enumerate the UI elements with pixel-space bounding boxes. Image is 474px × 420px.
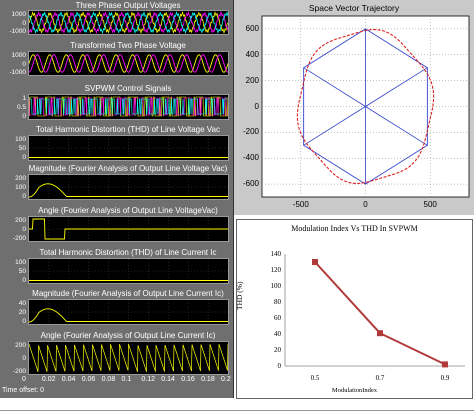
space-vector-plot bbox=[261, 15, 470, 198]
scope-axes bbox=[28, 216, 229, 242]
y-tick-label: 0 bbox=[22, 318, 26, 325]
y-tick-label: -200 bbox=[12, 235, 26, 242]
y-tick-label: 50 bbox=[18, 145, 26, 152]
scope-axes bbox=[28, 299, 229, 325]
thd-data-point bbox=[377, 330, 383, 337]
scope-signal-plot bbox=[29, 217, 228, 241]
signal-trace bbox=[29, 54, 228, 73]
scope-axes bbox=[28, 258, 229, 284]
scope-panel-title: Magnitude (Fourier Analysis of Output Li… bbox=[28, 164, 228, 173]
scope-signal-plot bbox=[29, 259, 228, 283]
scope-panel-title: Total Harmonic Distortion (THD) of Line … bbox=[36, 125, 220, 134]
scope-axes bbox=[28, 174, 229, 200]
y-tick-label: 1 bbox=[22, 95, 26, 102]
scope-signal-plot bbox=[29, 52, 228, 75]
scope-panel-title: SVPWM Control Signals bbox=[84, 84, 172, 93]
scope-signal-plot bbox=[29, 342, 228, 374]
x-tick-label: 0 bbox=[22, 376, 26, 383]
signal-trace bbox=[29, 343, 228, 372]
y-tick-label: 200 bbox=[15, 175, 26, 182]
scope-signal-plot bbox=[29, 95, 228, 119]
scope-axes bbox=[28, 341, 229, 375]
time-offset-label: Time offset: 0 bbox=[2, 387, 45, 394]
y-tick-label: 0 bbox=[22, 19, 26, 27]
y-tick-label: 50 bbox=[18, 268, 26, 275]
y-tick-label: 100 bbox=[15, 259, 26, 266]
y-tick-label: 40 bbox=[18, 300, 26, 307]
x-tick-label: 0.14 bbox=[161, 376, 175, 383]
y-tick-label: 1000 bbox=[11, 11, 26, 18]
scope-axes bbox=[28, 135, 229, 161]
thd-data-point bbox=[442, 361, 448, 368]
divider bbox=[0, 410, 474, 411]
scope-signal-plot bbox=[29, 136, 228, 160]
scope-signal-plot bbox=[29, 300, 228, 324]
x-tick-label: 0.12 bbox=[141, 376, 156, 383]
x-tick-label: 0.06 bbox=[81, 376, 96, 383]
x-tick-label: 0.2 bbox=[221, 376, 231, 383]
thd-series-line bbox=[314, 261, 446, 366]
x-tick-label: 0.04 bbox=[61, 376, 76, 383]
scope-panel-title: Magnitude (Fourier Analysis of Output Li… bbox=[32, 289, 224, 298]
x-tick-label: 0.08 bbox=[101, 376, 116, 383]
y-tick-label: -1000 bbox=[9, 69, 26, 76]
thd-line-plot bbox=[284, 254, 465, 368]
y-tick-label: 0 bbox=[22, 154, 26, 161]
x-tick-label: 0.16 bbox=[181, 376, 195, 383]
x-tick-label: 0.18 bbox=[201, 376, 215, 383]
y-tick-label: 0 bbox=[22, 277, 26, 284]
y-tick-label: 20 bbox=[18, 309, 26, 316]
y-tick-label: 1000 bbox=[11, 52, 26, 59]
space-vector-trajectory-figure: Space Vector Trajectory 600 400 200 0 -200 -4… bbox=[234, 0, 474, 215]
y-tick-label: 200 bbox=[15, 342, 26, 349]
y-tick-label: 0 bbox=[22, 60, 26, 68]
scope-axes bbox=[28, 10, 229, 35]
y-tick-label: -1000 bbox=[9, 28, 26, 35]
x-tick-label: 0.02 bbox=[41, 376, 56, 383]
scope-panel-title: Transformed Two Phase Voltage bbox=[70, 41, 186, 50]
y-tick-label: 0 bbox=[22, 113, 26, 120]
scope-axes bbox=[28, 94, 229, 120]
y-tick-label: 0 bbox=[22, 226, 26, 233]
y-tick-label: -200 bbox=[12, 368, 26, 375]
y-tick-label: 100 bbox=[15, 184, 26, 191]
y-tick-label: 0.5 bbox=[16, 104, 26, 111]
scope-signal-plot bbox=[29, 11, 228, 34]
scope-panel-title: Total Harmonic Distortion (THD) of Line … bbox=[39, 248, 217, 257]
y-tick-label: 200 bbox=[15, 217, 26, 224]
scope-panel-title: Angle (Fourier Analysis of Output Line C… bbox=[40, 331, 216, 340]
simulink-scope-window: Three Phase Output Voltages 1000 0 -1000 Tra… bbox=[0, 0, 234, 398]
y-tick-label: 0 bbox=[22, 355, 26, 362]
modulation-index-thd-chart: Modulation Index Vs THD In SVPWM THD (%)… bbox=[235, 219, 473, 399]
scope-panel-title: Angle (Fourier Analysis of Output Line V… bbox=[38, 206, 218, 215]
y-tick-label: 100 bbox=[15, 136, 26, 143]
scope-axes bbox=[28, 51, 229, 76]
y-tick-label: 0 bbox=[22, 193, 26, 200]
x-tick-label: 0.1 bbox=[121, 376, 132, 383]
scope-signal-plot bbox=[29, 175, 228, 199]
thd-data-point bbox=[312, 259, 318, 265]
